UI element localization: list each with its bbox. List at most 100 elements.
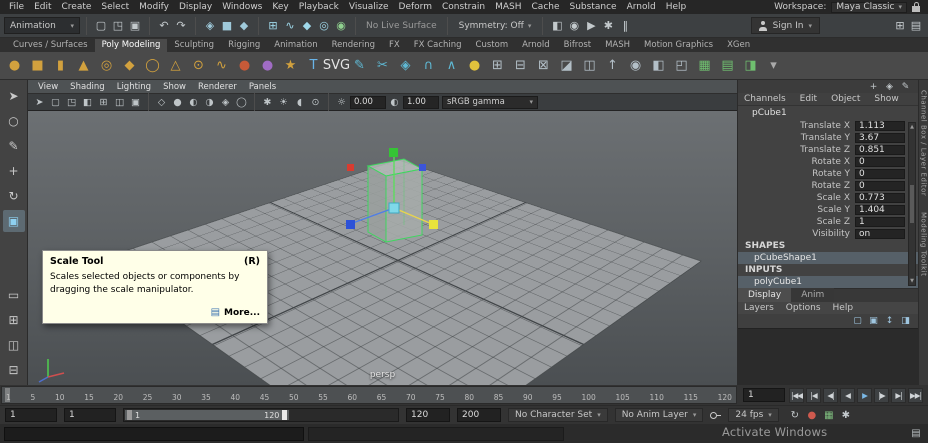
scale-aux-z-handle[interactable] bbox=[419, 164, 426, 171]
rotate-tool[interactable]: ↻ bbox=[3, 185, 25, 207]
field-chart-icon[interactable]: ⊞ bbox=[96, 95, 111, 109]
open-scene-icon[interactable]: ◳ bbox=[110, 18, 126, 34]
menu-set-selector[interactable]: Animation bbox=[4, 17, 80, 34]
step-forward-key-button[interactable]: |▶ bbox=[874, 387, 889, 403]
xray-icon[interactable]: ◯ bbox=[234, 95, 249, 109]
time-slider[interactable]: 1 5 10 15 20 25 30 35 40 45 50 55 60 65 70 75 80 85 90 95 10… bbox=[1, 386, 737, 404]
bridge-icon[interactable]: ◫ bbox=[579, 55, 600, 77]
select-tool[interactable]: ➤ bbox=[3, 85, 25, 107]
menu-item[interactable]: File bbox=[4, 2, 29, 12]
shelf-tab[interactable]: Curves / Surfaces bbox=[6, 39, 95, 52]
channel-box-menu-item[interactable]: Channels bbox=[738, 94, 792, 104]
pause-icon[interactable]: ‖ bbox=[617, 18, 633, 34]
render-sequence-icon[interactable]: ▶ bbox=[583, 18, 599, 34]
play-backwards-button[interactable]: ◀ bbox=[840, 387, 855, 403]
crease-icon[interactable]: ∧ bbox=[441, 55, 462, 77]
no-live-surface-label[interactable]: No Live Surface bbox=[362, 21, 441, 31]
persp-outliner-layout-button[interactable]: ◫ bbox=[3, 334, 25, 356]
animation-start-field[interactable]: 1 bbox=[5, 408, 57, 422]
graph-editor-icon[interactable]: ▦ bbox=[822, 408, 836, 422]
menu-item[interactable]: Create bbox=[57, 2, 97, 12]
panel-menu-item[interactable]: Show bbox=[157, 82, 192, 92]
channel-box-menu-item[interactable]: Show bbox=[868, 94, 904, 104]
shelf-tab[interactable]: FX bbox=[382, 39, 407, 52]
shelf-tab[interactable]: FX Caching bbox=[407, 39, 469, 52]
screen-space-ao-icon[interactable]: ⊙ bbox=[308, 95, 323, 109]
attribute-value-field[interactable]: 0.851 bbox=[855, 145, 905, 155]
quad-draw-icon[interactable]: ✎ bbox=[349, 55, 370, 77]
create-layer-from-selected-icon[interactable]: ▣ bbox=[867, 315, 880, 327]
exposure-field[interactable]: 0.00 bbox=[350, 95, 386, 109]
shelf-tab[interactable]: Animation bbox=[267, 39, 324, 52]
select-hierarchy-icon[interactable]: ◈ bbox=[202, 18, 218, 34]
shelf-tab[interactable]: Poly Modeling bbox=[94, 39, 168, 52]
attribute-value-field[interactable]: 1.404 bbox=[855, 205, 905, 215]
scroll-up-icon[interactable]: ▲ bbox=[910, 124, 914, 130]
default-lighting-icon[interactable]: ✱ bbox=[260, 95, 275, 109]
wireframe-on-shaded-icon[interactable]: ◈ bbox=[218, 95, 233, 109]
colorspace-selector[interactable]: sRGB gamma bbox=[442, 95, 538, 109]
set-key-icon[interactable] bbox=[710, 410, 722, 421]
gate-mask-icon[interactable]: ◧ bbox=[80, 95, 95, 109]
safe-action-icon[interactable]: ◫ bbox=[112, 95, 127, 109]
shelf-tab[interactable]: XGen bbox=[720, 39, 757, 52]
soft-mod-icon[interactable]: ● bbox=[257, 55, 278, 77]
menu-item[interactable]: Visualize bbox=[344, 2, 394, 12]
attribute-value-field[interactable]: 1.113 bbox=[855, 121, 905, 131]
poly-cylinder-icon[interactable]: ▮ bbox=[50, 55, 71, 77]
attribute-value-field[interactable]: 0 bbox=[855, 181, 905, 191]
step-back-key-button[interactable]: ◀| bbox=[823, 387, 838, 403]
scale-aux-x-handle[interactable] bbox=[347, 164, 354, 171]
layer-editor-tab[interactable]: Anim bbox=[791, 288, 835, 302]
connect-icon[interactable]: ∩ bbox=[418, 55, 439, 77]
target-weld-icon[interactable]: ◈ bbox=[395, 55, 416, 77]
multi-cut-icon[interactable]: ✂ bbox=[372, 55, 393, 77]
attribute-value-field[interactable]: 1 bbox=[855, 217, 905, 227]
paint-select-tool[interactable]: ✎ bbox=[3, 135, 25, 157]
channel-attribute-row[interactable]: Visibility on bbox=[738, 228, 918, 240]
sculpt-tool-icon[interactable]: ● bbox=[234, 55, 255, 77]
poly-helix-icon[interactable]: ∿ bbox=[211, 55, 232, 77]
step-back-frame-button[interactable]: |◀ bbox=[806, 387, 821, 403]
channel-attribute-row[interactable]: Rotate Y 0 bbox=[738, 168, 918, 180]
ipr-render-icon[interactable]: ◉ bbox=[566, 18, 582, 34]
script-editor-icon[interactable]: ▤ bbox=[908, 426, 924, 441]
playback-start-field[interactable]: 1 bbox=[64, 408, 116, 422]
attribute-value-field[interactable]: 0 bbox=[855, 169, 905, 179]
layer-editor-tab[interactable]: Display bbox=[738, 288, 792, 302]
exposure-icon[interactable]: ☼ bbox=[334, 95, 349, 109]
type-tool-icon[interactable]: T bbox=[303, 55, 324, 77]
channel-attribute-row[interactable]: Scale Y 1.404 bbox=[738, 204, 918, 216]
viewport-select-icon[interactable]: ➤ bbox=[32, 95, 47, 109]
scale-tool[interactable]: ▣ bbox=[2, 210, 25, 232]
shelf-tab[interactable]: Sculpting bbox=[167, 39, 221, 52]
poly-torus-icon[interactable]: ◎ bbox=[96, 55, 117, 77]
undo-icon[interactable]: ↶ bbox=[156, 18, 172, 34]
panel-menu-item[interactable]: Panels bbox=[243, 82, 282, 92]
split-pane-layout-button[interactable]: ⊟ bbox=[3, 359, 25, 381]
channel-attribute-row[interactable]: Translate X 1.113 bbox=[738, 120, 918, 132]
current-frame-field[interactable]: 1 bbox=[743, 388, 785, 402]
smooth-mesh-icon[interactable]: ◉ bbox=[625, 55, 646, 77]
fps-selector[interactable]: 24 fps bbox=[728, 408, 779, 422]
scale-z-handle[interactable] bbox=[346, 220, 355, 229]
menu-item[interactable]: Select bbox=[96, 2, 134, 12]
boolean-difference-icon[interactable]: ⊟ bbox=[510, 55, 531, 77]
shelf-tab[interactable]: Rendering bbox=[325, 39, 382, 52]
snap-to-curve-icon[interactable]: ∿ bbox=[282, 18, 298, 34]
dock-tab[interactable]: Channel Box / Layer Editor bbox=[920, 90, 928, 196]
workspace-grid-icon[interactable]: ⊞ bbox=[892, 18, 908, 34]
shelf-tab[interactable]: Motion Graphics bbox=[637, 39, 720, 52]
panel-menu-item[interactable]: Shading bbox=[64, 82, 111, 92]
channel-manip-icon[interactable]: + bbox=[867, 81, 880, 93]
poly-sphere-icon[interactable]: ● bbox=[4, 55, 25, 77]
channel-box-scrollbar[interactable]: ▲ ▼ bbox=[908, 122, 916, 286]
shelf-tab[interactable]: Rigging bbox=[221, 39, 267, 52]
uv-auto-projection-icon[interactable]: ▦ bbox=[694, 55, 715, 77]
character-set-selector[interactable]: No Character Set bbox=[508, 408, 608, 422]
symmetry-selector[interactable]: Symmetry: Off bbox=[454, 17, 537, 34]
panel-menu-item[interactable]: Renderer bbox=[192, 82, 243, 92]
textured-icon[interactable]: ◐ bbox=[186, 95, 201, 109]
separate-icon[interactable]: ◰ bbox=[671, 55, 692, 77]
command-line-input[interactable] bbox=[4, 426, 304, 441]
